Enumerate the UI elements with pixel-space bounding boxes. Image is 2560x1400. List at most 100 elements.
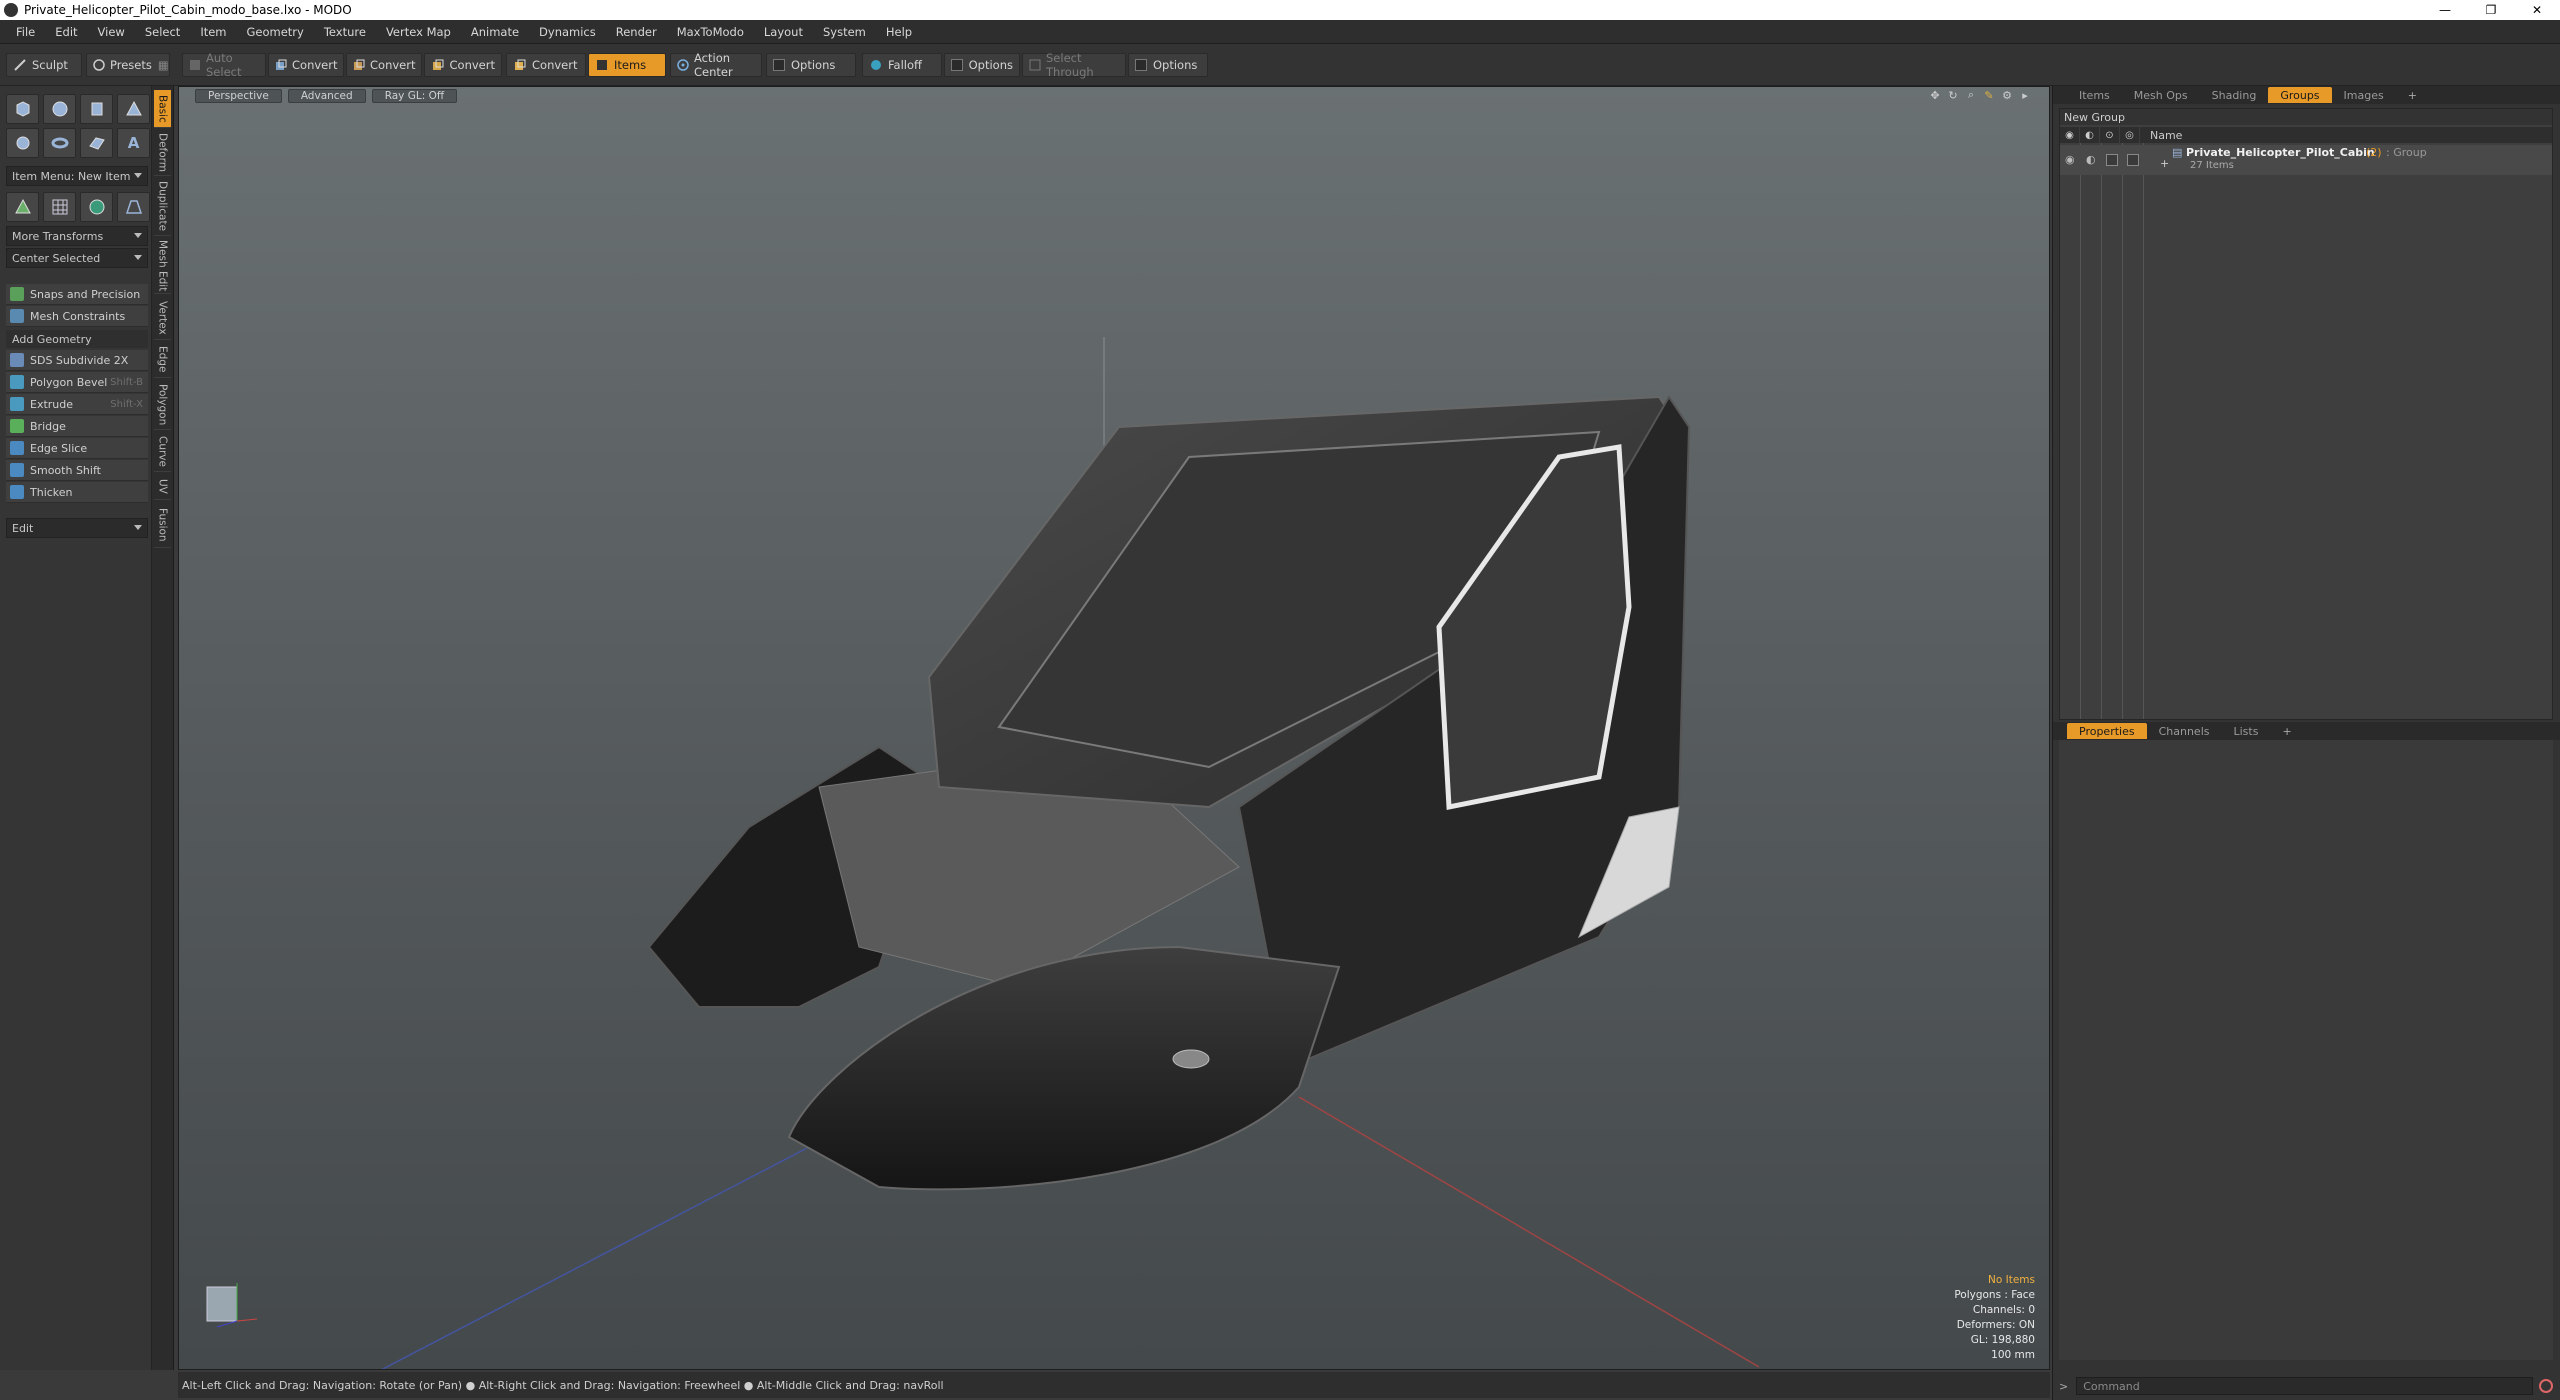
menu-item[interactable]: Item xyxy=(190,25,236,39)
edit-dropdown[interactable]: Edit xyxy=(6,518,148,538)
bridge-button[interactable]: Bridge xyxy=(6,416,148,437)
menu-geometry[interactable]: Geometry xyxy=(237,25,314,39)
vtab-polygon[interactable]: Polygon xyxy=(154,380,171,430)
record-macro-icon[interactable] xyxy=(2539,1379,2553,1393)
vtab-basic[interactable]: Basic xyxy=(154,90,171,128)
action-center-button[interactable]: Action Center xyxy=(670,51,762,79)
add-tab-button[interactable]: + xyxy=(2396,87,2429,103)
tab-items[interactable]: Items xyxy=(2067,87,2122,103)
new-group-button[interactable]: New Group xyxy=(2060,109,2552,125)
menu-texture[interactable]: Texture xyxy=(314,25,376,39)
visibility-eye-icon[interactable]: ◉ xyxy=(2060,127,2080,143)
group-row[interactable]: ◉ ◐ + ▤ Private_Helicopter_Pilot_Cabin (… xyxy=(2060,145,2552,175)
transform-button[interactable] xyxy=(6,192,39,222)
menu-dynamics[interactable]: Dynamics xyxy=(529,25,606,39)
auto-select-button[interactable]: Auto Select xyxy=(182,51,266,79)
extrude-button[interactable]: Extrude Shift-X xyxy=(6,394,148,415)
vtab-duplicate[interactable]: Duplicate xyxy=(154,178,171,236)
select-toggle-icon[interactable]: ◎ xyxy=(2120,127,2140,143)
convert-edge-button[interactable]: Convert xyxy=(346,53,422,77)
smooth-shift-button[interactable]: Smooth Shift xyxy=(6,460,148,481)
menu-animate[interactable]: Animate xyxy=(461,25,529,39)
tab-groups[interactable]: Groups xyxy=(2268,87,2332,103)
row-select-checkbox[interactable] xyxy=(2127,154,2139,166)
convert-polygon-button[interactable]: Convert xyxy=(424,53,502,77)
command-input[interactable]: Command xyxy=(2076,1377,2533,1395)
vtab-vertex[interactable]: Vertex xyxy=(154,296,171,340)
convert-item-button[interactable]: Convert xyxy=(506,53,586,77)
tab-lists[interactable]: Lists xyxy=(2222,723,2271,739)
add-geometry-header[interactable]: Add Geometry xyxy=(6,330,148,348)
close-button[interactable]: ✕ xyxy=(2514,0,2560,20)
menu-render[interactable]: Render xyxy=(606,25,667,39)
row-eye-icon[interactable]: ◉ xyxy=(2065,153,2075,166)
falloff-label: Falloff xyxy=(888,58,922,72)
vtab-curve[interactable]: Curve xyxy=(154,432,171,472)
options-falloff[interactable]: Options xyxy=(944,53,1020,77)
capsule-primitive-button[interactable] xyxy=(6,128,39,158)
options-checkbox[interactable] xyxy=(773,59,785,71)
mesh-constraints-button[interactable]: Mesh Constraints xyxy=(6,306,148,327)
name-column-header[interactable]: Name xyxy=(2140,129,2182,142)
menu-maxtomodo[interactable]: MaxToModo xyxy=(667,25,754,39)
items-mode-button[interactable]: Items xyxy=(588,53,666,77)
sds-subdivide-button[interactable]: SDS Subdivide 2X xyxy=(6,350,148,371)
convert-vertex-button[interactable]: Convert xyxy=(268,53,344,77)
render-toggle-icon[interactable]: ◐ xyxy=(2080,127,2100,143)
grid-button[interactable] xyxy=(43,192,76,222)
lock-toggle-icon[interactable]: ⊙ xyxy=(2100,127,2120,143)
torus-primitive-button[interactable] xyxy=(43,128,76,158)
select-through-button[interactable]: Select Through xyxy=(1022,51,1126,79)
menu-select[interactable]: Select xyxy=(135,25,190,39)
vtab-deform[interactable]: Deform xyxy=(154,130,171,176)
3d-viewport[interactable]: Perspective Advanced Ray GL: Off ✥ ↻ ⌕ ✎… xyxy=(178,86,2050,1370)
options-select-through[interactable]: Options xyxy=(1128,53,1208,77)
vtab-mesh-edit[interactable]: Mesh Edit xyxy=(154,238,171,294)
menu-system[interactable]: System xyxy=(813,25,876,39)
row-lock-checkbox[interactable] xyxy=(2106,154,2118,166)
expand-toggle-icon[interactable]: + xyxy=(2160,157,2169,170)
falloff-button[interactable]: Falloff xyxy=(862,53,942,77)
menu-file[interactable]: File xyxy=(6,25,45,39)
center-selected-dropdown[interactable]: Center Selected xyxy=(6,248,148,268)
menu-edit[interactable]: Edit xyxy=(45,25,87,39)
restore-button[interactable]: ❐ xyxy=(2468,0,2514,20)
plane-primitive-button[interactable] xyxy=(80,128,113,158)
tab-shading[interactable]: Shading xyxy=(2200,87,2269,103)
sculpt-label: Sculpt xyxy=(32,58,68,72)
text-primitive-button[interactable]: A xyxy=(117,128,150,158)
sculpt-button[interactable]: Sculpt xyxy=(6,53,82,77)
convert-edge-label: Convert xyxy=(370,58,416,72)
options-checkbox[interactable] xyxy=(951,59,963,71)
polygon-bevel-button[interactable]: Polygon Bevel Shift-B xyxy=(6,372,148,393)
tab-images[interactable]: Images xyxy=(2332,87,2396,103)
options-action-center[interactable]: Options xyxy=(766,53,856,77)
menu-view[interactable]: View xyxy=(88,25,135,39)
perspective-button[interactable] xyxy=(117,192,150,222)
sphere-primitive-button[interactable] xyxy=(43,94,76,124)
row-render-icon[interactable]: ◐ xyxy=(2086,153,2096,166)
presets-button[interactable]: Presets ▦ xyxy=(86,53,170,77)
vtab-uv[interactable]: UV xyxy=(154,474,171,500)
menu-layout[interactable]: Layout xyxy=(754,25,813,39)
menu-help[interactable]: Help xyxy=(876,25,922,39)
options-checkbox[interactable] xyxy=(1135,59,1147,71)
snaps-precision-button[interactable]: Snaps and Precision xyxy=(6,284,148,305)
menu-vertex-map[interactable]: Vertex Map xyxy=(376,25,461,39)
tab-properties[interactable]: Properties xyxy=(2067,723,2147,739)
minimize-button[interactable]: — xyxy=(2422,0,2468,20)
vtab-fusion[interactable]: Fusion xyxy=(154,502,171,548)
vtab-edge[interactable]: Edge xyxy=(154,342,171,378)
snap-icon xyxy=(10,287,24,301)
add-tab-button[interactable]: + xyxy=(2270,723,2303,739)
thicken-button[interactable]: Thicken xyxy=(6,482,148,503)
item-menu-dropdown[interactable]: Item Menu: New Item xyxy=(6,166,148,186)
more-transforms-dropdown[interactable]: More Transforms xyxy=(6,226,148,246)
edge-slice-button[interactable]: Edge Slice xyxy=(6,438,148,459)
tab-channels[interactable]: Channels xyxy=(2147,723,2222,739)
world-button[interactable] xyxy=(80,192,113,222)
tab-mesh-ops[interactable]: Mesh Ops xyxy=(2122,87,2200,103)
cone-primitive-button[interactable] xyxy=(117,94,150,124)
cylinder-primitive-button[interactable] xyxy=(80,94,113,124)
cube-primitive-button[interactable] xyxy=(6,94,39,124)
